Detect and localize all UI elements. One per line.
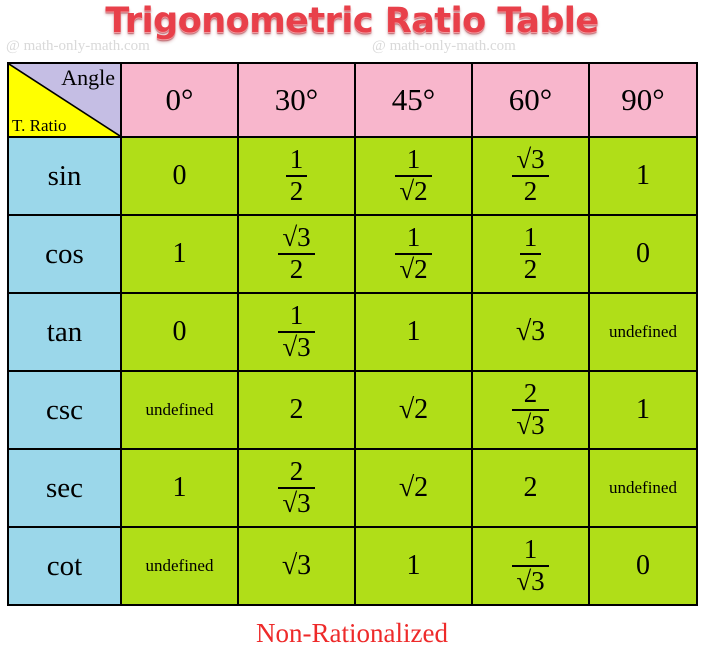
cell-csc-60deg: 2 √3 — [471, 370, 590, 450]
cell-tan-30deg: 1 √3 — [237, 292, 356, 372]
ratio-label-cos: cos — [7, 214, 122, 294]
table-row: csc undefined 2 √2 2 √3 1 — [7, 370, 698, 450]
fraction-denominator: 2 — [289, 176, 304, 206]
table-caption: Non-Rationalized — [256, 618, 448, 648]
table-row: cot undefined √3 1 1 √3 0 — [7, 526, 698, 606]
fraction-denominator: √3 — [282, 332, 311, 362]
cell-cos-60deg: 12 — [471, 214, 590, 294]
fraction: 1 √2 — [395, 224, 432, 284]
fraction-denominator: 2 — [523, 176, 538, 206]
fraction-denominator: 2 — [289, 254, 304, 284]
cell-cot-60deg: 1 √3 — [471, 526, 590, 606]
cell-sec-0deg: 1 — [120, 448, 239, 528]
fraction-numerator: 1 — [395, 146, 432, 177]
cell-sin-90deg: 1 — [588, 136, 698, 216]
ratio-label-cot: cot — [7, 526, 122, 606]
corner-header-cell: Angle T. Ratio — [7, 62, 122, 138]
cell-tan-60deg: √3 — [471, 292, 590, 372]
ratio-header-label: T. Ratio — [12, 116, 67, 135]
fraction-numerator: √3 — [278, 224, 315, 255]
cell-sec-90deg: undefined — [588, 448, 698, 528]
cell-cot-45deg: 1 — [354, 526, 473, 606]
fraction-numerator: 2 — [278, 458, 315, 489]
fraction: 2 √3 — [512, 380, 549, 440]
fraction-denominator: √2 — [399, 176, 428, 206]
cell-sec-45deg: √2 — [354, 448, 473, 528]
cell-csc-45deg: √2 — [354, 370, 473, 450]
cell-cot-0deg: undefined — [120, 526, 239, 606]
angle-header-4: 90° — [588, 62, 698, 138]
cell-sin-60deg: √3 2 — [471, 136, 590, 216]
cell-csc-90deg: 1 — [588, 370, 698, 450]
fraction: 1 √3 — [278, 302, 315, 362]
cell-cot-90deg: 0 — [588, 526, 698, 606]
fraction-numerator: 1 — [512, 536, 549, 567]
fraction-numerator: 1 — [278, 302, 315, 333]
fraction-numerator: √3 — [512, 146, 549, 177]
trigonometric-ratio-table: Angle T. Ratio 0° 30° 45° 60° 90° sin 0 1 2 1 √2 √3 2 1… — [7, 62, 698, 606]
fraction-numerator: 1 — [395, 224, 432, 255]
ratio-label-sin: sin — [7, 136, 122, 216]
cell-sin-45deg: 1 √2 — [354, 136, 473, 216]
table-row: sin 0 1 2 1 √2 √3 2 1 — [7, 136, 698, 216]
cell-sec-30deg: 2 √3 — [237, 448, 356, 528]
ratio-label-csc: csc — [7, 370, 122, 450]
fraction-denominator: √3 — [516, 566, 545, 596]
ratio-label-sec: sec — [7, 448, 122, 528]
fraction: √3 2 — [278, 224, 315, 284]
angle-header-label: Angle — [61, 65, 115, 90]
angle-header-1: 30° — [237, 62, 356, 138]
fraction: 12 — [519, 224, 542, 284]
cell-tan-90deg: undefined — [588, 292, 698, 372]
title-area: Trigonometric Ratio Table — [0, 0, 704, 44]
fraction: 1 √2 — [395, 146, 432, 206]
fraction: 2 √3 — [278, 458, 315, 518]
angle-header-0: 0° — [120, 62, 239, 138]
table-row: sec 1 2 √3 √2 2 undefined — [7, 448, 698, 528]
cell-tan-45deg: 1 — [354, 292, 473, 372]
fraction-numerator: 2 — [512, 380, 549, 411]
table-row: tan 0 1 √3 1 √3 undefined — [7, 292, 698, 372]
cell-tan-0deg: 0 — [120, 292, 239, 372]
fraction: 1 √3 — [512, 536, 549, 596]
ratio-label-tan: tan — [7, 292, 122, 372]
fraction-denominator: √3 — [282, 488, 311, 518]
cell-sin-0deg: 0 — [120, 136, 239, 216]
cell-sec-60deg: 2 — [471, 448, 590, 528]
angle-header-3: 60° — [471, 62, 590, 138]
cell-cos-45deg: 1 √2 — [354, 214, 473, 294]
page-title: Trigonometric Ratio Table — [105, 1, 599, 41]
cell-cos-30deg: √3 2 — [237, 214, 356, 294]
cell-cos-90deg: 0 — [588, 214, 698, 294]
fraction-denominator: 2 — [523, 254, 538, 284]
fraction-denominator: √2 — [399, 254, 428, 284]
fraction: 12 — [285, 146, 308, 206]
cell-cot-30deg: √3 — [237, 526, 356, 606]
fraction-numerator: 1 — [285, 146, 308, 177]
cell-csc-30deg: 2 — [237, 370, 356, 450]
fraction-numerator: 1 — [519, 224, 542, 255]
cell-csc-0deg: undefined — [120, 370, 239, 450]
table-row: cos 1 √3 2 1 √2 1 2 0 — [7, 214, 698, 294]
fraction: √3 2 — [512, 146, 549, 206]
cell-cos-0deg: 1 — [120, 214, 239, 294]
table-header-row: Angle T. Ratio 0° 30° 45° 60° 90° — [7, 62, 698, 138]
angle-header-2: 45° — [354, 62, 473, 138]
cell-sin-30deg: 12 — [237, 136, 356, 216]
fraction-denominator: √3 — [516, 410, 545, 440]
